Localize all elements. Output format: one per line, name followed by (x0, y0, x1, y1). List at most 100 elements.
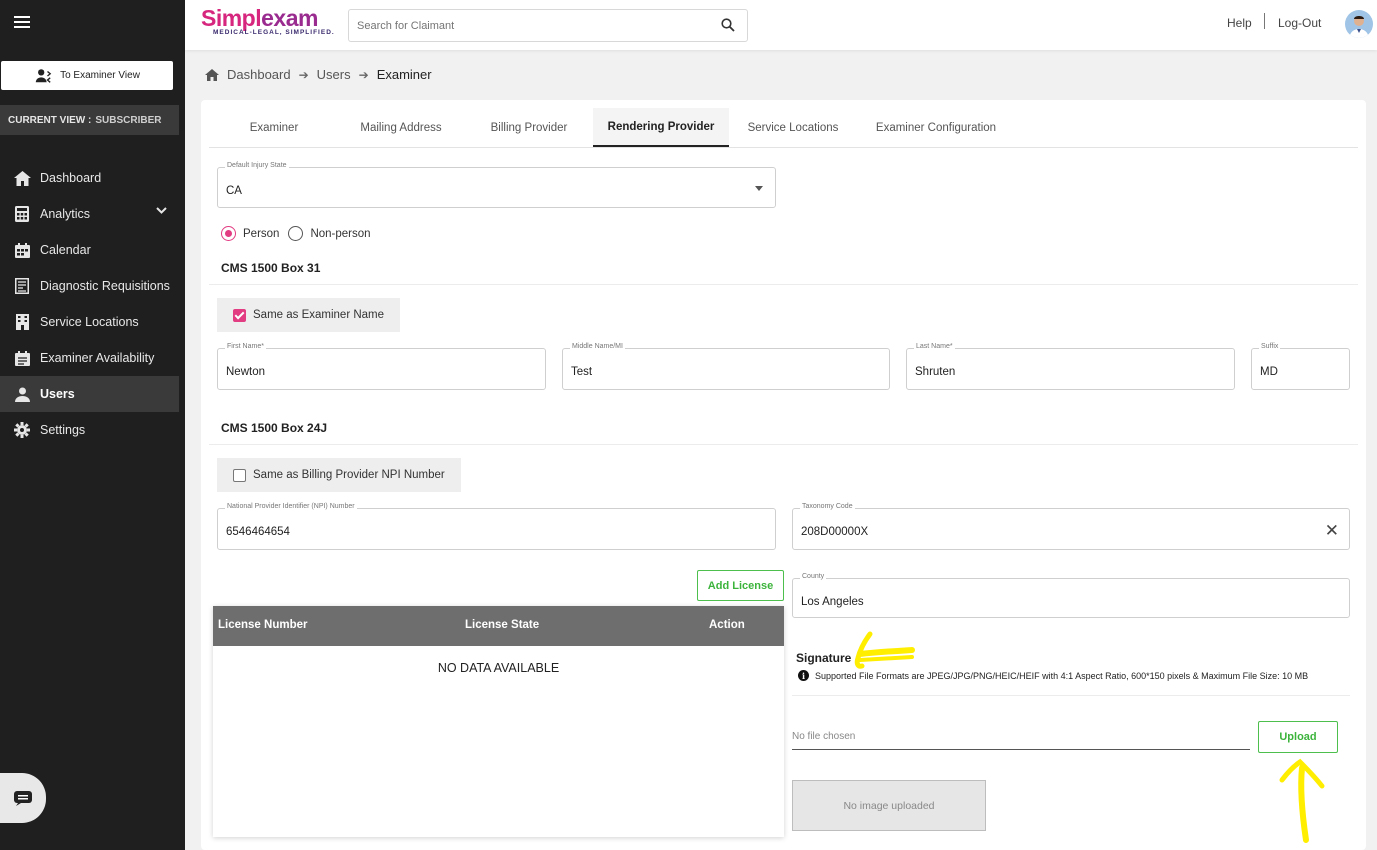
breadcrumb: Dashboard ➔ Users ➔ Examiner (205, 67, 432, 82)
help-link[interactable]: Help (1227, 16, 1252, 30)
field-value: Los Angeles (801, 596, 864, 608)
tab-service-locations[interactable]: Service Locations (729, 108, 857, 147)
current-view-value: SUBSCRIBER (95, 114, 162, 126)
sidebar-item-label: Dashboard (40, 171, 102, 185)
sidebar-item-examiner-availability[interactable]: Examiner Availability (0, 340, 179, 376)
main-card: Examiner Mailing Address Billing Provide… (201, 100, 1366, 850)
top-header: Simplexam MEDICAL-LEGAL, SIMPLIFIED. Hel… (185, 0, 1377, 50)
field-value: Newton (226, 366, 265, 378)
column-license-number: License Number (218, 619, 308, 631)
file-chooser[interactable]: No file chosen (792, 726, 1250, 750)
radio-person-label: Person (243, 227, 280, 240)
breadcrumb-examiner: Examiner (376, 67, 432, 82)
box24j-title: CMS 1500 Box 24J (221, 421, 328, 435)
sidebar: To Examiner View CURRENT VIEW : SUBSCRIB… (0, 0, 185, 850)
breadcrumb-dashboard[interactable]: Dashboard (227, 67, 291, 82)
sidebar-item-label: Users (40, 387, 75, 401)
sidebar-item-users[interactable]: Users (0, 376, 179, 412)
box31-title: CMS 1500 Box 31 (221, 261, 321, 275)
npi-number-field[interactable]: National Provider Identifier (NPI) Numbe… (217, 503, 776, 550)
to-examiner-view-button[interactable]: To Examiner View (1, 61, 173, 90)
tab-bar: Examiner Mailing Address Billing Provide… (209, 108, 1358, 148)
search-input[interactable] (357, 19, 712, 32)
divider (209, 444, 1358, 445)
sidebar-item-service-locations[interactable]: Service Locations (0, 304, 179, 340)
logo-text-exam: exam (261, 5, 318, 31)
logo-tagline: MEDICAL-LEGAL, SIMPLIFIED. (213, 29, 335, 36)
sidebar-item-label: Diagnostic Requisitions (40, 279, 170, 293)
tab-rendering-provider[interactable]: Rendering Provider (593, 108, 729, 147)
field-value: MD (1260, 366, 1278, 378)
table-header: License Number License State Action (213, 606, 784, 646)
tab-examiner[interactable]: Examiner (209, 108, 339, 147)
tab-examiner-configuration[interactable]: Examiner Configuration (857, 108, 1015, 147)
checkbox-label: Same as Examiner Name (253, 309, 385, 321)
radio-non-person[interactable] (288, 226, 304, 241)
gear-icon (13, 422, 31, 438)
tab-mailing-address[interactable]: Mailing Address (339, 108, 463, 147)
field-value: Shruten (915, 366, 956, 378)
add-license-button[interactable]: Add License (697, 570, 784, 601)
default-injury-state-select[interactable]: Default Injury State CA (217, 162, 776, 208)
avatar[interactable] (1345, 10, 1373, 38)
same-as-billing-npi-checkbox[interactable]: Same as Billing Provider NPI Number (217, 458, 461, 492)
sidebar-item-analytics[interactable]: Analytics (0, 196, 179, 232)
search-icon[interactable] (721, 18, 735, 32)
logout-link[interactable]: Log-Out (1278, 16, 1321, 30)
sidebar-item-calendar[interactable]: Calendar (0, 232, 179, 268)
suffix-field[interactable]: Suffix MD (1251, 343, 1350, 390)
user-icon (13, 386, 31, 402)
chevron-down-icon[interactable] (156, 207, 167, 215)
divider (792, 695, 1350, 696)
home-icon (13, 170, 31, 186)
sidebar-item-dashboard[interactable]: Dashboard (0, 160, 179, 196)
field-label: Middle Name/MI (570, 343, 625, 350)
column-action: Action (709, 619, 745, 631)
calendar-icon (13, 242, 31, 258)
home-icon[interactable] (205, 68, 219, 81)
chat-button[interactable] (0, 773, 46, 823)
field-label: Taxonomy Code (800, 503, 855, 510)
upload-button[interactable]: Upload (1258, 721, 1338, 753)
middle-name-field[interactable]: Middle Name/MI Test (562, 343, 890, 390)
hamburger-menu-icon[interactable] (14, 16, 30, 31)
current-view-indicator: CURRENT VIEW : SUBSCRIBER (0, 105, 179, 135)
claimant-search (348, 9, 748, 42)
sidebar-item-settings[interactable]: Settings (0, 412, 179, 448)
file-chooser-text: No file chosen (792, 731, 856, 742)
sidebar-item-label: Service Locations (40, 315, 139, 329)
arrow-right-icon: ➔ (298, 67, 309, 82)
signature-preview: No image uploaded (792, 780, 986, 831)
header-divider (1264, 13, 1265, 29)
provider-type-radio-group: Person Non-person (221, 226, 371, 241)
county-field[interactable]: County Los Angeles (792, 573, 1350, 618)
sidebar-item-label: Analytics (40, 207, 91, 221)
radio-person[interactable] (221, 226, 236, 241)
dropdown-caret-icon (755, 186, 763, 191)
building-icon (13, 314, 31, 330)
tab-billing-provider[interactable]: Billing Provider (463, 108, 595, 147)
sidebar-item-label: Calendar (40, 243, 91, 257)
clear-icon[interactable]: ✕ (1325, 521, 1339, 541)
sidebar-item-diagnostic-requisitions[interactable]: Diagnostic Requisitions (0, 268, 179, 304)
column-license-state: License State (465, 619, 540, 631)
calendar-check-icon (13, 350, 31, 366)
last-name-field[interactable]: Last Name* Shruten (906, 343, 1235, 390)
same-as-examiner-checkbox[interactable]: Same as Examiner Name (217, 298, 401, 332)
sidebar-item-label: Examiner Availability (40, 351, 155, 365)
checkbox-checked[interactable] (233, 308, 246, 322)
field-label: National Provider Identifier (NPI) Numbe… (225, 503, 357, 510)
signature-info-text: Supported File Formats are JPEG/JPG/PNG/… (815, 670, 1309, 681)
current-view-label: CURRENT VIEW : (8, 114, 92, 126)
field-label: Last Name* (914, 343, 955, 350)
first-name-field[interactable]: First Name* Newton (217, 343, 546, 390)
taxonomy-code-field[interactable]: Taxonomy Code 208D00000X ✕ (792, 503, 1350, 550)
checkbox-unchecked[interactable] (233, 468, 246, 482)
sidebar-item-label: Settings (40, 423, 86, 437)
checkbox-label: Same as Billing Provider NPI Number (253, 469, 445, 481)
radio-non-person-label: Non-person (310, 227, 371, 240)
simplexam-logo[interactable]: Simplexam MEDICAL-LEGAL, SIMPLIFIED. (201, 5, 335, 36)
chat-icon (14, 791, 32, 806)
field-value: Test (571, 366, 593, 378)
breadcrumb-users[interactable]: Users (317, 67, 351, 82)
